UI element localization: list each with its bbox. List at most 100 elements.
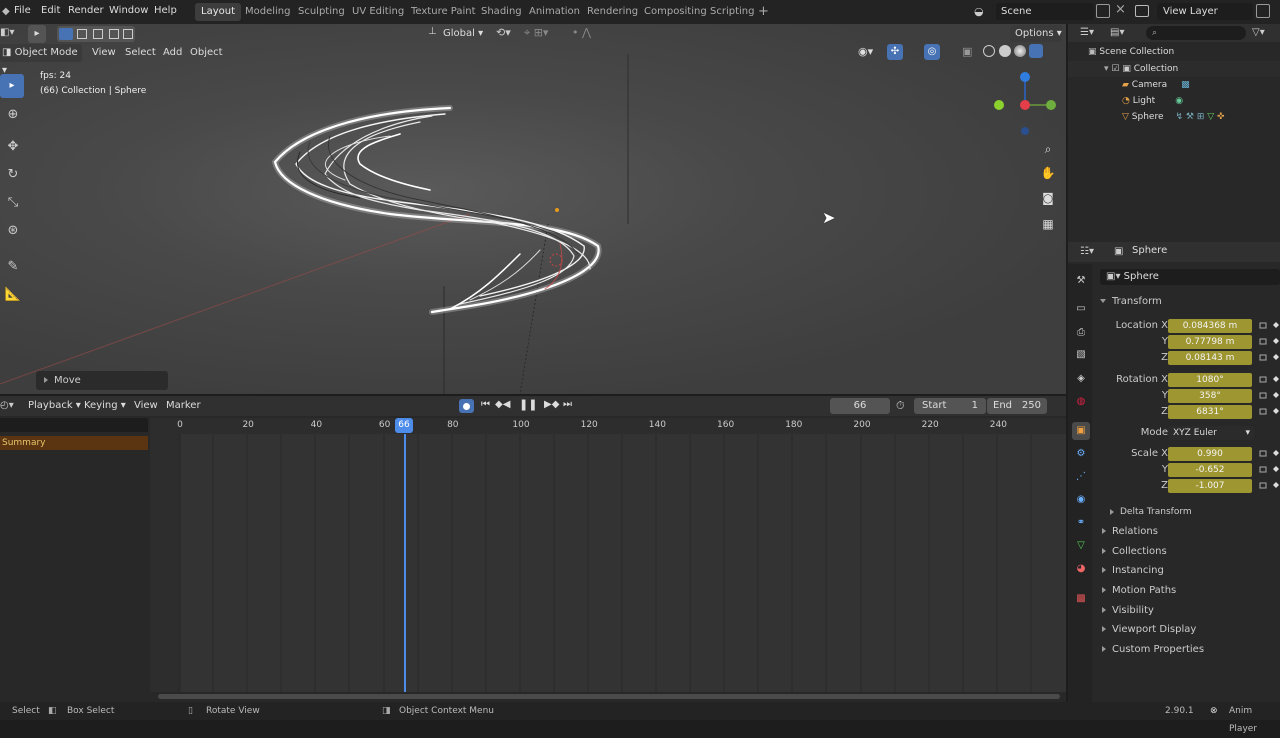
timeline-menu-marker[interactable]: Marker (166, 395, 201, 419)
collection-icon: ▣ (1122, 64, 1134, 74)
panel-custom-properties[interactable]: Custom Properties (1092, 640, 1280, 660)
jump-start-icon[interactable]: ⏮ (481, 399, 490, 410)
outliner[interactable]: ☰▾ ▤▾ ⌕ ▽▾ ▣ Scene Collection ▾ ☑ ▣ Coll… (1068, 24, 1280, 242)
properties-editor[interactable]: ☷▾ ▣ Sphere ⚒ ▭ ⎙ ▧ ◈ ◍ ▣ ⚙ ⋰ ◉ ⚭ ▽ ◕ ▩ … (1068, 242, 1280, 702)
render-tab-icon[interactable]: ▭ (1072, 300, 1090, 318)
collection-row[interactable]: ▾ ☑ ▣ Collection (1068, 61, 1280, 77)
rotation-mode-dropdown[interactable]: XYZ Euler ▾ (1168, 426, 1254, 440)
last-operator-panel[interactable]: Move (36, 371, 168, 390)
transform-panel-header[interactable]: Transform (1100, 293, 1280, 311)
new-scene-icon[interactable] (1096, 4, 1110, 18)
timeline-menu-playback[interactable]: Playback ▾ (28, 395, 81, 419)
current-frame-field[interactable]: 66 (830, 398, 890, 414)
tab-texture-paint[interactable]: Texture Paint (405, 3, 482, 21)
timeline-menu-keying[interactable]: Keying ▾ (84, 395, 126, 419)
menu-help[interactable]: Help (154, 0, 177, 24)
status-version: 2.90.1 (1165, 706, 1194, 716)
view-layer-icon[interactable] (1135, 5, 1149, 17)
physics-tab-icon[interactable]: ◉ (1072, 491, 1090, 509)
new-layer-icon[interactable] (1256, 4, 1270, 18)
scene-icon[interactable]: ◒ (974, 4, 994, 20)
prev-keyframe-icon[interactable]: ◆◀ (495, 399, 510, 410)
menu-window[interactable]: Window (109, 0, 148, 24)
tab-compositing[interactable]: Compositing (638, 3, 713, 21)
tab-shading[interactable]: Shading (475, 3, 528, 21)
panel-relations[interactable]: Relations (1092, 522, 1280, 542)
panel-motion-paths[interactable]: Motion Paths (1092, 581, 1280, 601)
anim-player-close-icon[interactable]: ⊗ (1210, 702, 1218, 720)
pan-hand-icon[interactable]: ✋ (1040, 166, 1056, 182)
panel-label: Collections (1112, 545, 1167, 557)
start-frame-field[interactable]: Start 1 (914, 398, 986, 414)
summary-channel[interactable]: Summary (0, 436, 148, 450)
playhead-frame-badge[interactable]: 66 (395, 418, 413, 433)
panel-viewport-display[interactable]: Viewport Display (1092, 620, 1280, 640)
stopwatch-icon[interactable]: ⏱ (896, 399, 905, 413)
material-tab-icon[interactable]: ◕ (1072, 560, 1090, 578)
outliner-search[interactable]: ⌕ (1146, 26, 1246, 40)
menu-file[interactable]: File (14, 0, 31, 24)
location-x-field[interactable]: 0.084368 m (1168, 319, 1252, 333)
scale-x-field[interactable]: 0.990 (1168, 447, 1252, 461)
timeline-scrollbar[interactable] (158, 694, 1060, 699)
panel-collections[interactable]: Collections (1092, 542, 1280, 562)
menu-edit[interactable]: Edit (41, 0, 60, 24)
location-y-field[interactable]: 0.77798 m (1168, 335, 1252, 349)
view-layer-field[interactable]: View Layer (1157, 3, 1253, 20)
tab-rendering[interactable]: Rendering (581, 3, 644, 21)
jump-end-icon[interactable]: ⏭ (563, 399, 572, 410)
location-z-field[interactable]: 0.08143 m (1168, 351, 1252, 365)
editor-type-properties-icon[interactable]: ☷▾ (1080, 246, 1094, 257)
tab-modeling[interactable]: Modeling (239, 3, 297, 21)
add-workspace-icon[interactable]: + (758, 4, 772, 20)
tab-uv-editing[interactable]: UV Editing (346, 3, 410, 21)
outliner-sphere-row[interactable]: ▽ Sphere ↯ ⚒ ⊞ ▽ ✜ (1068, 109, 1280, 125)
channel-search[interactable] (0, 418, 148, 432)
editor-type-outliner-icon[interactable]: ☰▾ (1080, 27, 1094, 38)
tab-layout[interactable]: Layout (195, 3, 241, 21)
outliner-light-row[interactable]: ◔ Light ◉ (1068, 93, 1280, 109)
data-tab-icon[interactable]: ▽ (1072, 537, 1090, 555)
outliner-camera-row[interactable]: ▰ Camera ▩ (1068, 77, 1280, 93)
scale-y-field[interactable]: -0.652 (1168, 463, 1252, 477)
pause-button[interactable]: ❚❚ (519, 398, 537, 414)
3d-viewport[interactable]: ◧▾ ▸ ⊥ Global ▾ ⟲▾ ⌖ ⊞▾ • ⋀ Options ▾ ◨ … (0, 24, 1066, 394)
panel-label: Instancing (1112, 565, 1164, 577)
panel-visibility[interactable]: Visibility (1092, 601, 1280, 621)
lock-keyframe-icons[interactable] (1258, 319, 1280, 494)
delta-transform-header[interactable]: Delta Transform (1110, 503, 1192, 521)
perspective-toggle-icon[interactable]: ▦ (1040, 217, 1056, 233)
object-name-field[interactable]: ▣▾ Sphere (1100, 269, 1280, 285)
scale-z-field[interactable]: -1.007 (1168, 479, 1252, 493)
end-frame-field[interactable]: End 250 (987, 398, 1047, 414)
timeline-menu-view[interactable]: View (134, 395, 158, 419)
tool-tab-icon[interactable]: ⚒ (1072, 272, 1090, 290)
filter-icon[interactable]: ▽▾ (1252, 27, 1265, 38)
light-icon: ◔ (1122, 96, 1133, 106)
tab-animation[interactable]: Animation (523, 3, 586, 21)
timeline-editor[interactable]: ◴▾ Playback ▾ Keying ▾ View Marker ⏮ ◆◀ … (0, 396, 1066, 702)
rotation-z-field[interactable]: 6831° (1168, 405, 1252, 419)
panel-instancing[interactable]: Instancing (1092, 561, 1280, 581)
menu-render[interactable]: Render (68, 0, 104, 24)
zoom-icon[interactable]: ⌕ (1040, 142, 1056, 158)
editor-type-timeline-icon[interactable]: ◴▾ (0, 400, 14, 411)
next-keyframe-icon[interactable]: ▶◆ (544, 399, 559, 410)
texture-tab-icon[interactable]: ▩ (1072, 590, 1090, 608)
constraints-tab-icon[interactable]: ⚭ (1072, 514, 1090, 532)
gizmo-y-icon (1046, 100, 1056, 110)
scene-field[interactable]: Scene (996, 3, 1094, 20)
editor-type-icon[interactable]: ◆ (2, 4, 12, 20)
record-button[interactable] (459, 399, 474, 413)
remove-scene-icon[interactable]: × (1115, 2, 1126, 17)
tab-sculpting[interactable]: Sculpting (292, 3, 351, 21)
rotation-y-field[interactable]: 358° (1168, 389, 1252, 403)
rotation-x-field[interactable]: 1080° (1168, 373, 1252, 387)
camera-view-icon[interactable]: ◙ (1040, 191, 1056, 207)
end-value: 250 (1021, 400, 1041, 411)
display-mode-icon[interactable]: ▤▾ (1110, 27, 1124, 38)
rotation-z-value: 6831° (1196, 407, 1224, 417)
scene-collection-row[interactable]: ▣ Scene Collection (1068, 44, 1280, 60)
collection-checkbox-icon[interactable]: ☑ (1111, 64, 1122, 74)
tab-scripting[interactable]: Scripting (704, 3, 760, 21)
